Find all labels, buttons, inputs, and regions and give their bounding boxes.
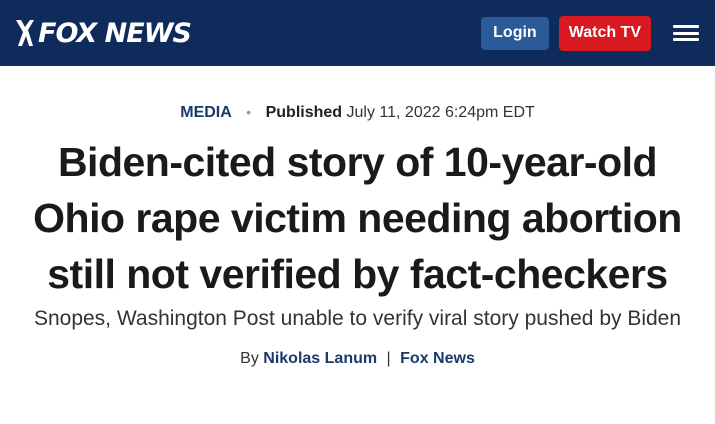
byline: By Nikolas Lanum | Fox News [0, 350, 715, 368]
published-label: Published [265, 104, 343, 121]
watch-tv-button[interactable]: Watch TV [558, 15, 651, 51]
menu-line [673, 38, 699, 41]
menu-line [673, 25, 699, 28]
hamburger-menu-icon[interactable] [673, 25, 699, 41]
byline-prefix: By [240, 350, 259, 367]
article-header: MEDIA • Published July 11, 2022 6:24pm E… [0, 104, 715, 368]
published-date: July 11, 2022 6:24pm EDT [346, 104, 535, 121]
menu-line [673, 31, 699, 35]
category-link[interactable]: MEDIA [180, 104, 232, 121]
author-link[interactable]: Nikolas Lanum [263, 350, 377, 367]
fox-logo-mark-icon [16, 20, 34, 46]
top-navigation-bar: FOX NEWS Login Watch TV [0, 0, 715, 66]
article-subheadline: Snopes, Washington Post unable to verify… [33, 307, 682, 330]
article-headline: Biden-cited story of 10-year-old Ohio ra… [33, 139, 682, 297]
login-button[interactable]: Login [481, 16, 549, 50]
fox-news-logo[interactable]: FOX NEWS [14, 17, 192, 49]
logo-text: FOX NEWS [38, 17, 192, 49]
outlet-link[interactable]: Fox News [400, 350, 475, 367]
header-actions: Login Watch TV [481, 15, 699, 51]
byline-separator: | [386, 350, 391, 367]
meta-separator-dot: • [246, 104, 252, 120]
article-meta: MEDIA • Published July 11, 2022 6:24pm E… [0, 104, 715, 122]
